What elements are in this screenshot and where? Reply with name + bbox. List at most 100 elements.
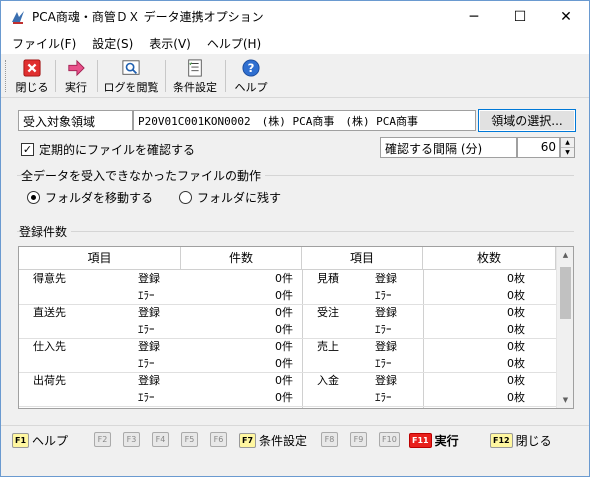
row-left-count: 0件 <box>275 272 293 285</box>
row-left-item <box>33 390 103 406</box>
row-left-type: 登録 <box>138 340 160 353</box>
row-left-item <box>33 322 103 338</box>
help-toolbar-button[interactable]: ? ヘルプ <box>231 57 271 95</box>
row-right-count: 0枚 <box>507 289 525 302</box>
toolbar-separator <box>165 60 166 92</box>
f12-label: 閉じる <box>515 434 552 448</box>
row-right-item: 受注 <box>317 306 339 319</box>
select-area-button[interactable]: 領域の選択... <box>478 109 576 132</box>
fkey-f5: F5 <box>181 432 198 447</box>
row-right-item <box>317 390 367 406</box>
spin-down-icon[interactable]: ▼ <box>561 148 574 158</box>
row-right-type: 登録 <box>375 306 397 319</box>
toolbar: 閉じる 実行 ログを閲覧 条件設定 ? ヘルプ <box>1 54 589 98</box>
f6-keycap: F6 <box>210 432 227 447</box>
menu-file[interactable]: ファイル(F) <box>4 35 84 52</box>
row-right-item: 売上 <box>317 340 339 353</box>
menu-settings[interactable]: 設定(S) <box>84 35 141 52</box>
scroll-thumb[interactable] <box>560 267 571 319</box>
periodic-checkbox[interactable]: ✓ <box>21 143 34 156</box>
row-right-item <box>317 356 367 372</box>
row-right-type: ｴﾗｰ <box>375 391 392 404</box>
fkey-f7[interactable]: F7 条件設定 <box>239 432 307 449</box>
periodic-check-option[interactable]: ✓ 定期的にファイルを確認する <box>21 141 195 158</box>
row-right-count: 0枚 <box>507 357 525 370</box>
row-left-type: ｴﾗｰ <box>138 323 155 336</box>
radio-move-folder[interactable]: フォルダを移動する <box>27 189 153 206</box>
close-toolbar-button[interactable]: 閉じる <box>14 57 50 95</box>
row-right-count: 0枚 <box>507 306 525 319</box>
f9-keycap: F9 <box>350 432 367 447</box>
fkey-f2: F2 <box>94 432 111 447</box>
maximize-button[interactable]: ☐ <box>497 1 543 32</box>
scroll-down-icon[interactable]: ▼ <box>557 392 573 408</box>
run-arrow-icon <box>68 59 85 77</box>
f11-label: 実行 <box>434 434 459 448</box>
row-right-type: 登録 <box>375 340 397 353</box>
target-area-label: 受入対象領域 <box>18 110 133 131</box>
header-item-left: 項目 <box>19 247 181 270</box>
radio-move-dot[interactable] <box>27 191 40 204</box>
radio-keep-dot[interactable] <box>179 191 192 204</box>
row-left-count: 0件 <box>275 289 293 302</box>
row-left-type: 登録 <box>138 306 160 319</box>
checklist-icon <box>188 59 202 77</box>
row-divider <box>19 406 556 407</box>
close-window-button[interactable]: ✕ <box>543 1 589 32</box>
row-right-item: 見積 <box>317 272 339 285</box>
view-log-toolbar-button[interactable]: ログを閲覧 <box>101 57 161 95</box>
row-left-count: 0件 <box>275 340 293 353</box>
row-right-type: ｴﾗｰ <box>375 323 392 336</box>
menu-help[interactable]: ヘルプ(H) <box>199 35 269 52</box>
f2-keycap: F2 <box>94 432 111 447</box>
row-left-item: 直送先 <box>33 306 66 319</box>
row-left-type: ｴﾗｰ <box>138 357 155 370</box>
radio-keep-folder[interactable]: フォルダに残す <box>179 189 281 206</box>
row-right-item: 入金 <box>317 374 339 387</box>
row-right-item <box>317 322 367 338</box>
fkey-f11[interactable]: F11 実行 <box>409 432 459 449</box>
fkey-f3: F3 <box>123 432 140 447</box>
f1-label: ヘルプ <box>32 434 69 448</box>
app-logo-icon <box>12 10 24 24</box>
fkey-f12[interactable]: F12 閉じる <box>490 432 552 449</box>
run-toolbar-button[interactable]: 実行 <box>59 57 93 95</box>
menu-view[interactable]: 表示(V) <box>141 35 199 52</box>
scroll-up-icon[interactable]: ▲ <box>557 247 573 263</box>
f12-keycap: F12 <box>490 433 513 448</box>
row-right-count: 0枚 <box>507 340 525 353</box>
condition-settings-toolbar-button[interactable]: 条件設定 <box>169 57 221 95</box>
close-red-x-icon <box>23 59 41 77</box>
interval-input[interactable]: 60 <box>517 137 560 158</box>
minimize-button[interactable]: ─ <box>451 1 497 32</box>
f7-keycap: F7 <box>239 433 257 448</box>
row-right-type: ｴﾗｰ <box>375 357 392 370</box>
fkey-f8: F8 <box>321 432 338 447</box>
log-magnifier-icon <box>122 60 140 75</box>
fkey-f1[interactable]: F1 ヘルプ <box>12 432 68 449</box>
title-bar: PCA商魂・商管ＤＸ データ連携オプション ─ ☐ ✕ <box>1 1 589 32</box>
f5-keycap: F5 <box>181 432 198 447</box>
row-right-type: 登録 <box>375 374 397 387</box>
row-right-type: ｴﾗｰ <box>375 289 392 302</box>
row-left-type: 登録 <box>138 374 160 387</box>
header-count: 件数 <box>181 247 302 270</box>
f1-keycap: F1 <box>12 433 30 448</box>
spin-up-icon[interactable]: ▲ <box>561 138 574 148</box>
condition-settings-toolbar-label: 条件設定 <box>173 81 217 94</box>
view-log-toolbar-label: ログを閲覧 <box>103 81 159 94</box>
f4-keycap: F4 <box>152 432 169 447</box>
fkey-f4: F4 <box>152 432 169 447</box>
counts-table: 項目 件数 項目 枚数 得意先 登録 0件 見積 登録 0枚 ｴﾗｰ 0件 ｴﾗｰ 0枚 直送先 登録… <box>18 246 574 409</box>
menu-bar: ファイル(F) 設定(S) 表示(V) ヘルプ(H) <box>1 32 589 54</box>
f7-label: 条件設定 <box>259 434 308 448</box>
app-window: PCA商魂・商管ＤＸ データ連携オプション ─ ☐ ✕ ファイル(F) 設定(S… <box>0 0 590 477</box>
toolbar-grip[interactable] <box>5 60 8 92</box>
row-left-type: ｴﾗｰ <box>138 391 155 404</box>
interval-spinner[interactable]: ▲ ▼ <box>560 137 575 158</box>
table-scrollbar[interactable]: ▲ ▼ <box>556 247 573 408</box>
row-right-count: 0枚 <box>507 391 525 404</box>
svg-text:?: ? <box>248 61 255 75</box>
row-right-type: 登録 <box>375 272 397 285</box>
row-left-count: 0件 <box>275 391 293 404</box>
